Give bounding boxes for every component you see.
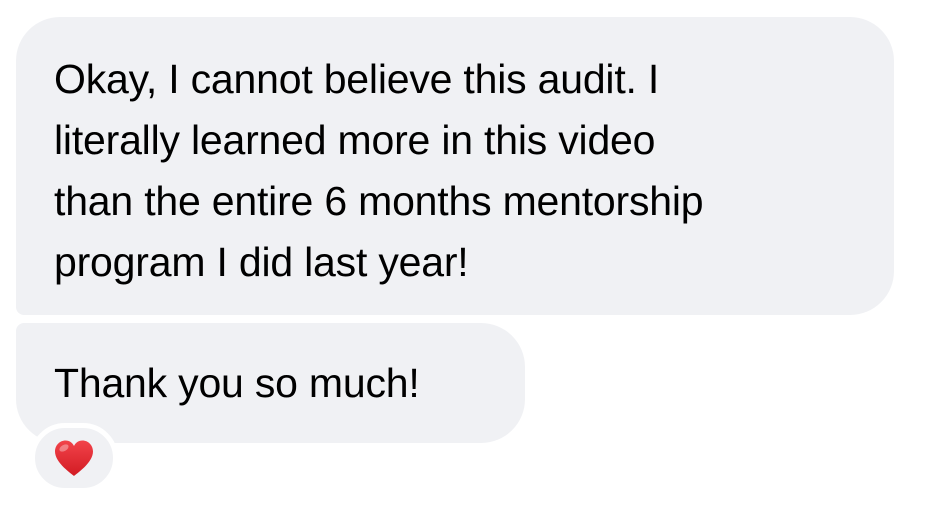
red-heart-icon — [55, 440, 93, 476]
message-text-1: Okay, I cannot believe this audit. I lit… — [54, 56, 704, 285]
message-text-2: Thank you so much! — [54, 360, 420, 406]
message-thread: Okay, I cannot believe this audit. I lit… — [0, 0, 932, 508]
heart-reaction[interactable] — [30, 423, 118, 493]
message-bubble-1[interactable]: Okay, I cannot believe this audit. I lit… — [16, 17, 894, 315]
